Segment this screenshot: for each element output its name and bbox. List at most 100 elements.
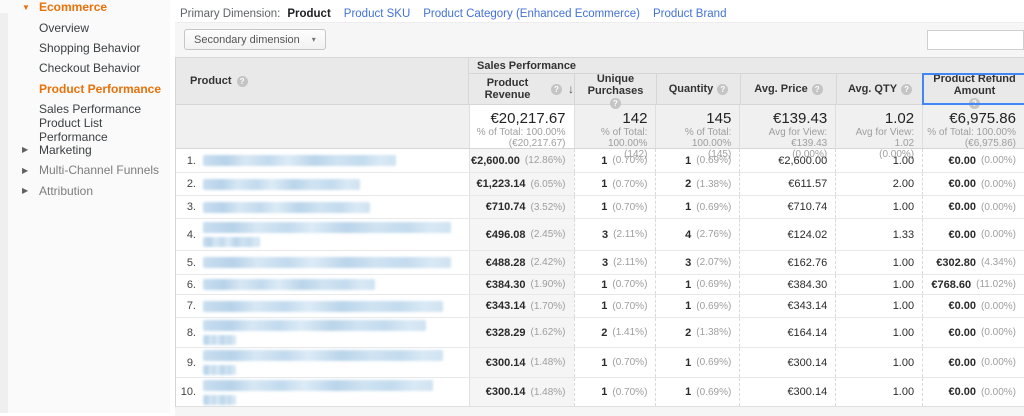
product-name-redacted[interactable]	[203, 257, 451, 268]
product-name-redacted[interactable]	[203, 320, 426, 345]
help-icon[interactable]: ?	[812, 84, 823, 95]
refund-value: €302.80	[936, 257, 976, 269]
sidebar-item-label: Multi-Channel Funnels	[39, 163, 159, 177]
secondary-dimension-button[interactable]: Secondary dimension ▾	[184, 29, 326, 50]
table-row: 7. €343.14(1.70%) 1(0.70%) 1(0.69%) €343…	[176, 294, 1024, 317]
quantity-value: 1	[685, 201, 691, 213]
unique-value: 1	[601, 357, 607, 369]
sidebar-item-product-performance[interactable]: Product Performance	[0, 79, 170, 99]
secondary-dimension-label: Secondary dimension	[194, 34, 300, 46]
summary-subtext: (€6,975.86)	[923, 138, 1016, 149]
summary-product-revenue: €20,217.67 % of Total: 100.00% (€20,217.…	[469, 105, 574, 148]
sidebar-item-checkout-behavior[interactable]: Checkout Behavior	[0, 58, 170, 78]
avg-qty-value: 1.00	[893, 201, 914, 213]
product-name-redacted[interactable]	[203, 279, 375, 290]
refund-pct: (4.34%)	[981, 257, 1016, 268]
help-icon[interactable]: ?	[237, 76, 248, 87]
quantity-pct: (0.69%)	[696, 155, 731, 166]
sidebar-item-overview[interactable]: Overview	[0, 17, 170, 37]
product-name-redacted[interactable]	[203, 222, 451, 247]
product-name-redacted[interactable]	[203, 301, 443, 312]
table-row: 6. €384.30(1.90%) 1(0.70%) 1(0.69%) €384…	[176, 274, 1024, 294]
dimension-link-product-category[interactable]: Product Category (Enhanced Ecommerce)	[423, 8, 640, 20]
table-row: 10. €300.14(1.48%) 1(0.70%) 1(0.69%) €30…	[176, 377, 1024, 406]
column-header-product-refund-amount[interactable]: Product Refund Amount ?	[923, 74, 1024, 104]
column-header-avg-qty[interactable]: Avg. QTY ?	[836, 74, 923, 104]
unique-pct: (2.11%)	[613, 229, 647, 240]
help-icon[interactable]: ?	[901, 84, 912, 95]
sidebar-item-attribution[interactable]: ▶ Attribution	[0, 181, 170, 201]
revenue-pct: (3.52%)	[530, 202, 565, 213]
unique-pct: (0.70%)	[612, 202, 647, 213]
sidebar-item-shopping-behavior[interactable]: Shopping Behavior	[0, 38, 170, 58]
summary-product-refund-amount: €6,975.86 % of Total: 100.00% (€6,975.86…	[922, 105, 1024, 148]
summary-subtext: % of Total: 100.00%	[470, 127, 566, 138]
table-body: 1. €2,600.00(12.86%) 1(0.70%) 1(0.69%) €…	[175, 148, 1024, 406]
revenue-value: €300.14	[486, 357, 526, 369]
avg-price-value: €162.76	[787, 257, 827, 269]
avg-price-value: €124.02	[787, 229, 827, 241]
avg-qty-value: 1.33	[893, 229, 914, 241]
avg-qty-value: 1.00	[893, 386, 914, 398]
help-icon[interactable]: ?	[551, 84, 562, 95]
refund-value: €0.00	[948, 155, 976, 167]
product-name-redacted[interactable]	[203, 350, 443, 375]
dimension-selected-product[interactable]: Product	[287, 8, 330, 20]
revenue-value: €328.29	[486, 327, 526, 339]
refund-pct: (0.00%)	[981, 327, 1016, 338]
sidebar-item-ecommerce[interactable]: ▼ Ecommerce	[0, 0, 170, 17]
product-name-redacted[interactable]	[203, 179, 360, 190]
help-icon[interactable]: ?	[717, 84, 728, 95]
unique-value: 1	[601, 300, 607, 312]
product-name-redacted[interactable]	[203, 202, 370, 213]
table-header: Product ? Sales Performance Product Reve…	[175, 57, 1024, 105]
sidebar-item-multi-channel-funnels[interactable]: ▶ Multi-Channel Funnels	[0, 160, 170, 180]
quantity-pct: (1.38%)	[696, 327, 731, 338]
column-header-quantity[interactable]: Quantity ?	[656, 74, 740, 104]
summary-value: 1.02	[836, 110, 914, 127]
quantity-value: 1	[685, 386, 691, 398]
sidebar-nav: ▼ Ecommerce Overview Shopping Behavior C…	[0, 0, 170, 201]
table-search-input[interactable]	[927, 30, 1024, 50]
product-name-redacted[interactable]	[203, 155, 396, 166]
column-header-unique-purchases[interactable]: Unique Purchases ?	[574, 74, 656, 104]
product-performance-table: Product ? Sales Performance Product Reve…	[175, 57, 1024, 416]
column-label: Product Refund Amount	[924, 73, 1024, 97]
table-row: 2. €1,223.14(6.05%) 1(0.70%) 2(1.38%) €6…	[176, 172, 1024, 195]
chevron-right-icon: ▶	[22, 166, 39, 175]
revenue-value: €1,223.14	[477, 178, 526, 190]
sidebar-item-label: Checkout Behavior	[39, 61, 140, 75]
column-header-avg-price[interactable]: Avg. Price ?	[740, 74, 836, 104]
avg-price-value: €164.14	[787, 327, 827, 339]
unique-value: 2	[601, 327, 607, 339]
caret-down-icon: ▾	[312, 35, 316, 44]
primary-dimension-label: Primary Dimension:	[180, 8, 280, 20]
summary-subtext: % of Total: 100.00%	[656, 127, 731, 149]
summary-value: €6,975.86	[923, 110, 1016, 127]
help-icon[interactable]: ?	[969, 98, 980, 109]
dimension-link-product-sku[interactable]: Product SKU	[344, 8, 410, 20]
help-icon[interactable]: ?	[610, 98, 621, 109]
quantity-pct: (0.69%)	[696, 202, 731, 213]
row-number: 7.	[176, 300, 196, 312]
quantity-pct: (0.69%)	[696, 387, 731, 398]
summary-subtext: Avg for View: 1.02	[836, 127, 914, 149]
summary-subtext: % of Total: 100.00%	[923, 127, 1016, 138]
table-row: 3. €710.74(3.52%) 1(0.70%) 1(0.69%) €710…	[176, 195, 1024, 218]
product-name-redacted[interactable]	[203, 380, 433, 405]
column-header-product[interactable]: Product ?	[176, 58, 469, 104]
unique-value: 1	[601, 155, 607, 167]
refund-value: €0.00	[948, 229, 976, 241]
avg-price-value: €611.57	[788, 178, 827, 190]
column-header-product-revenue[interactable]: Product Revenue ? ↓	[468, 74, 574, 104]
dimension-link-product-brand[interactable]: Product Brand	[653, 8, 727, 20]
avg-qty-value: 1.00	[893, 300, 914, 312]
column-label: Product Revenue	[468, 77, 547, 101]
summary-unique-purchases: 142 % of Total: 100.00% (142)	[574, 105, 656, 148]
avg-price-value: €710.74	[787, 201, 827, 213]
row-number: 2.	[176, 178, 196, 190]
table-row: 1. €2,600.00(12.86%) 1(0.70%) 1(0.69%) €…	[176, 148, 1024, 172]
sidebar-item-product-list-performance[interactable]: Product List Performance	[0, 119, 170, 139]
row-number: 1.	[176, 155, 196, 167]
refund-pct: (0.00%)	[981, 179, 1016, 190]
